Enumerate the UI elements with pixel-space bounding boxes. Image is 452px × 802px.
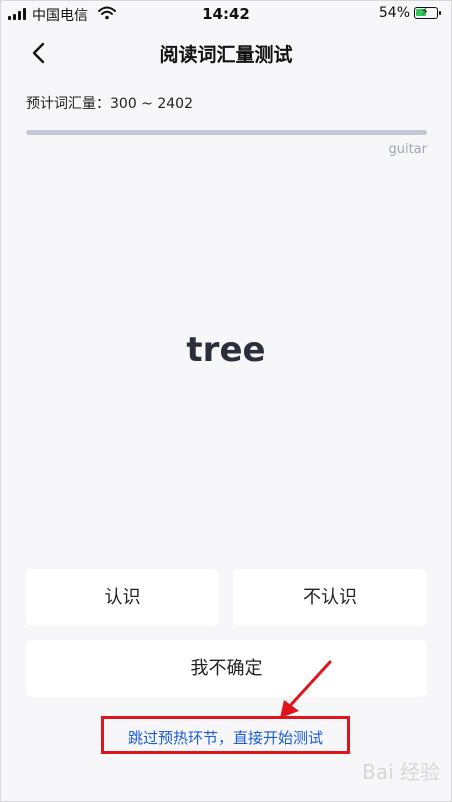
vocabulary-estimate: 预计词汇量：300 ~ 2402 <box>26 96 193 112</box>
progress-fill <box>26 130 427 135</box>
annotation-arrow-icon <box>280 660 332 718</box>
navigation-bar: 阅读词汇量测试 <box>0 26 452 78</box>
progress-bar <box>26 130 427 135</box>
previous-word: guitar <box>388 142 427 157</box>
skip-warmup-link[interactable]: 跳过预热环节，直接开始测试 <box>104 727 347 748</box>
dont-know-button[interactable]: 不认识 <box>233 569 427 626</box>
battery-percentage: 54% <box>378 5 410 21</box>
know-button[interactable]: 认识 <box>26 569 219 626</box>
test-word: tree <box>186 330 266 370</box>
charging-bolt-icon: ⚡ <box>421 5 429 18</box>
not-sure-button[interactable]: 我不确定 <box>26 640 427 697</box>
page-title: 阅读词汇量测试 <box>159 44 293 66</box>
status-bar: 中国电信 14:42 54% ⚡ <box>0 0 452 26</box>
watermark: Bai 经验 <box>362 760 440 784</box>
battery-icon: ⚡ <box>414 5 441 19</box>
skip-highlight-box: 跳过预热环节，直接开始测试 <box>101 716 350 754</box>
